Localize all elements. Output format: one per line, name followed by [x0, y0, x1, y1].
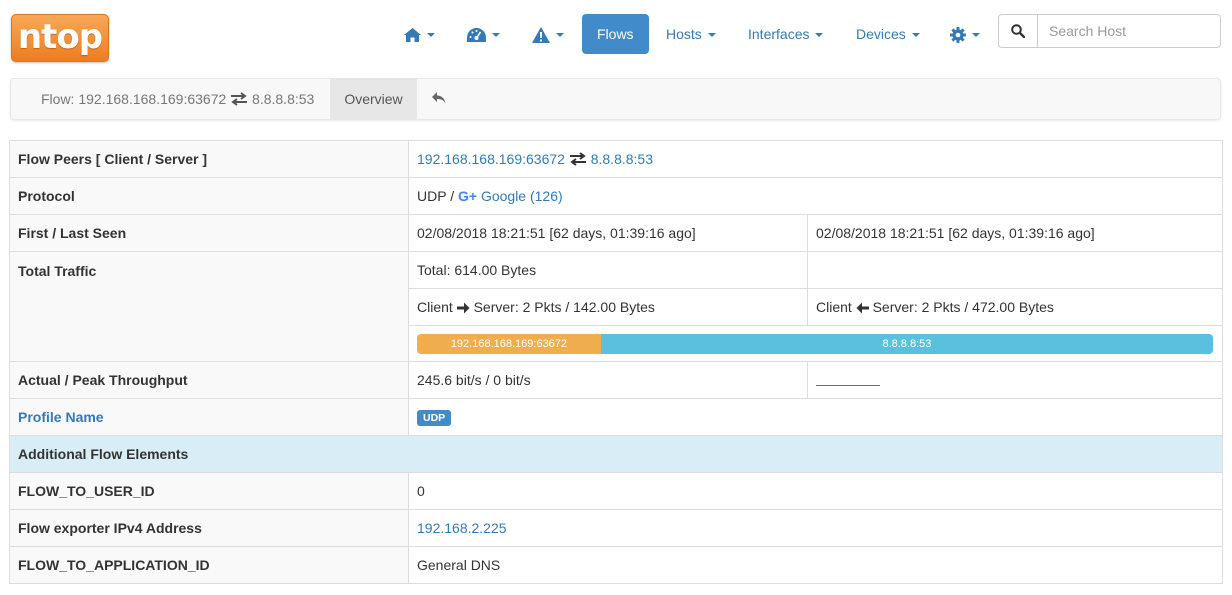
search-host-group	[998, 14, 1221, 48]
arrow-left-icon	[856, 302, 869, 314]
cli2srv-value: Client Server: 2 Pkts / 142.00 Bytes	[408, 288, 808, 326]
back-button[interactable]	[431, 91, 449, 107]
gear-icon	[950, 27, 966, 44]
search-icon	[1011, 24, 1025, 38]
throughput-sparkline-cell	[807, 361, 1223, 399]
row-flow-to-app-id: FLOW_TO_APPLICATION_ID General DNS	[9, 546, 1223, 584]
client-host-link[interactable]: 192.168.168.169:63672	[417, 151, 565, 167]
search-button[interactable]	[998, 14, 1038, 48]
profile-value: UDP	[408, 398, 1223, 436]
google-plus-icon: G+	[457, 188, 478, 204]
row-additional-elements: Additional Flow Elements	[9, 435, 1223, 473]
traffic-bar-client: 192.168.168.169:63672	[417, 333, 601, 354]
nav-alerts[interactable]	[517, 14, 579, 54]
exporter-label: Flow exporter IPv4 Address	[9, 509, 409, 547]
throughput-sparkline	[816, 384, 880, 386]
traffic-ratio-bar: 192.168.168.169:63672 8.8.8.8:53	[417, 333, 1213, 354]
nav-home[interactable]	[389, 14, 450, 54]
nav-interfaces-label: Interfaces	[748, 26, 810, 42]
flow-breadcrumb-client: Flow: 192.168.168.169:63672	[41, 91, 227, 107]
server-host-link[interactable]: 8.8.8.8:53	[591, 151, 653, 167]
traffic-bar-cell: 192.168.168.169:63672 8.8.8.8:53	[408, 325, 1223, 362]
nav-hosts[interactable]: Hosts	[651, 14, 731, 54]
app-protocol-link[interactable]: Google (126)	[481, 188, 563, 204]
search-host-input[interactable]	[1037, 14, 1221, 48]
protocol-label: Protocol	[9, 177, 409, 215]
nav-devices[interactable]: Devices	[841, 14, 935, 54]
flow-breadcrumb: Flow: 192.168.168.169:63672 8.8.8.8:53	[41, 79, 314, 119]
nav-devices-label: Devices	[856, 26, 906, 42]
flow-to-user-id-label: FLOW_TO_USER_ID	[9, 472, 409, 510]
seen-label: First / Last Seen	[9, 214, 409, 252]
nav-hosts-label: Hosts	[666, 26, 702, 42]
nav-settings[interactable]	[935, 14, 995, 54]
flow-subnav: Flow: 192.168.168.169:63672 8.8.8.8:53 O…	[10, 78, 1221, 120]
row-total-traffic: Total Traffic Total: 614.00 Bytes	[9, 251, 1223, 362]
exchange-icon	[231, 92, 248, 106]
total-traffic-value: Total: 614.00 Bytes	[408, 251, 808, 289]
arrow-right-icon	[456, 302, 470, 314]
reply-icon	[432, 92, 446, 104]
flow-peers-value: 192.168.168.169:63672 8.8.8.8:53	[408, 140, 1223, 178]
nav-flows[interactable]: Flows	[582, 14, 649, 54]
l4-protocol: UDP /	[417, 188, 455, 204]
throughput-value: 245.6 bit/s / 0 bit/s	[408, 361, 808, 399]
row-profile-name: Profile Name UDP	[9, 398, 1223, 436]
dashboard-icon	[467, 28, 486, 43]
exporter-ip-link[interactable]: 192.168.2.225	[417, 520, 507, 536]
flow-details-table: Flow Peers [ Client / Server ] 192.168.1…	[9, 140, 1223, 584]
protocol-value: UDP / G+ Google (126)	[408, 177, 1223, 215]
flow-to-user-id-value: 0	[408, 472, 1223, 510]
first-seen-value: 02/08/2018 18:21:51 [62 days, 01:39:16 a…	[408, 214, 808, 252]
flow-peers-label: Flow Peers [ Client / Server ]	[9, 140, 409, 178]
nav-interfaces[interactable]: Interfaces	[733, 14, 838, 54]
row-exporter: Flow exporter IPv4 Address 192.168.2.225	[9, 509, 1223, 547]
srv2cli-value: Client Server: 2 Pkts / 472.00 Bytes	[807, 288, 1223, 326]
flow-breadcrumb-server: 8.8.8.8:53	[252, 91, 315, 107]
additional-elements-heading: Additional Flow Elements	[9, 435, 1223, 473]
flow-to-app-id-value: General DNS	[408, 546, 1223, 584]
row-flow-peers: Flow Peers [ Client / Server ] 192.168.1…	[9, 140, 1223, 178]
profile-name-link[interactable]: Profile Name	[18, 409, 104, 425]
flow-to-app-id-label: FLOW_TO_APPLICATION_ID	[9, 546, 409, 584]
throughput-label: Actual / Peak Throughput	[9, 361, 409, 399]
last-seen-value: 02/08/2018 18:21:51 [62 days, 01:39:16 a…	[807, 214, 1223, 252]
row-first-last-seen: First / Last Seen 02/08/2018 18:21:51 [6…	[9, 214, 1223, 252]
total-traffic-empty	[807, 251, 1223, 289]
nav-dashboard[interactable]	[452, 14, 515, 54]
ntop-logo[interactable]: ntop	[11, 14, 109, 62]
row-protocol: Protocol UDP / G+ Google (126)	[9, 177, 1223, 215]
traffic-bar-server: 8.8.8.8:53	[600, 333, 1213, 354]
home-icon	[404, 28, 421, 43]
tab-overview[interactable]: Overview	[330, 79, 417, 119]
exchange-icon	[569, 152, 586, 166]
udp-badge: UDP	[417, 410, 452, 426]
row-flow-to-user-id: FLOW_TO_USER_ID 0	[9, 472, 1223, 510]
row-throughput: Actual / Peak Throughput 245.6 bit/s / 0…	[9, 361, 1223, 399]
total-traffic-label: Total Traffic	[9, 251, 409, 362]
warning-icon	[532, 27, 550, 44]
